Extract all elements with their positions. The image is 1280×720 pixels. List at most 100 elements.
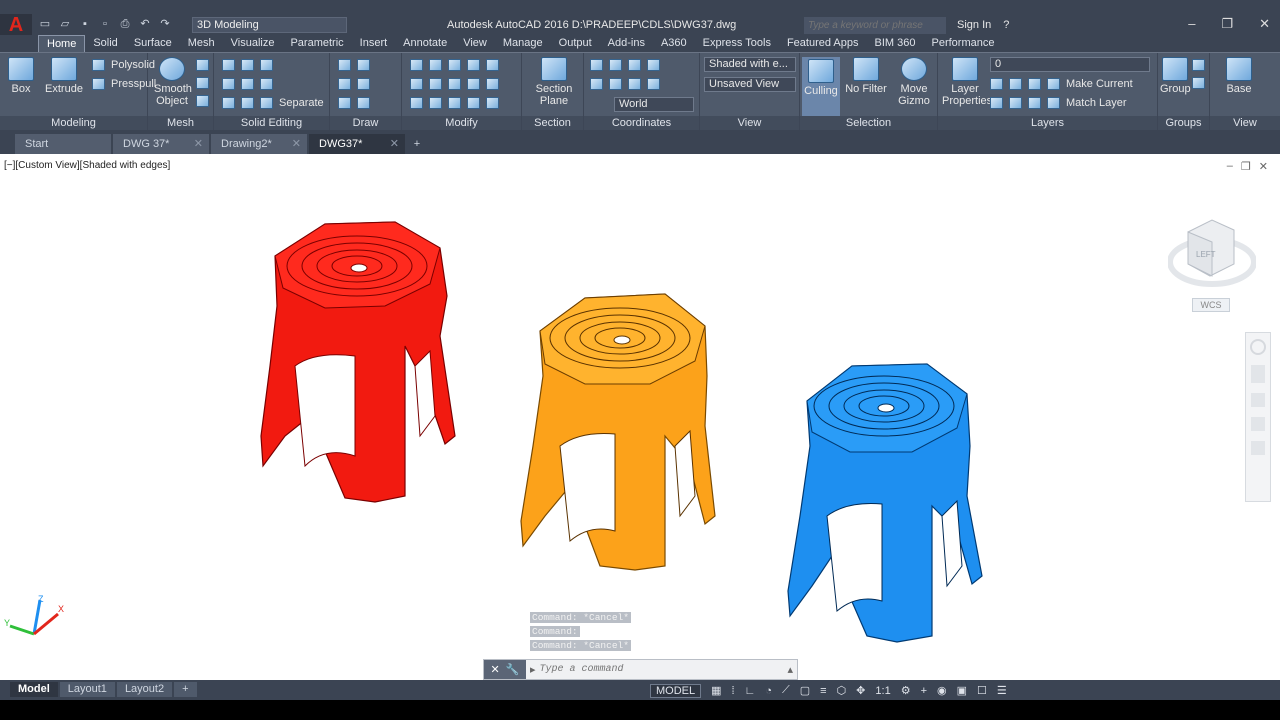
layer-tool-icon[interactable] <box>1009 97 1022 109</box>
section-plane-button[interactable]: Section Plane <box>532 57 576 107</box>
array-icon[interactable] <box>467 78 480 90</box>
ucs-dropdown[interactable]: World <box>614 97 694 112</box>
workspace-switch-icon[interactable]: ⚙ <box>901 684 911 697</box>
layer-properties-button[interactable]: Layer Properties <box>942 57 992 107</box>
panel-title-modeling[interactable]: Modeling <box>0 116 147 131</box>
separate-button[interactable]: Separate <box>279 97 324 109</box>
offset-edges-icon[interactable] <box>260 78 273 90</box>
add-layout-icon[interactable]: + <box>174 682 197 697</box>
panel-title-solid-editing[interactable]: Solid Editing <box>214 116 329 131</box>
mesh-tool-icon[interactable] <box>196 95 209 107</box>
layer-tool-icon[interactable] <box>990 97 1003 109</box>
thicken-icon[interactable] <box>241 97 254 109</box>
saved-view-dropdown[interactable]: Unsaved View <box>704 77 796 92</box>
ucs-origin-icon[interactable] <box>590 78 603 90</box>
ortho-icon[interactable]: ∟ <box>745 685 756 697</box>
ucs-icon[interactable] <box>590 59 603 71</box>
layer-dropdown[interactable]: 0 <box>990 57 1150 72</box>
file-tab-dwg37-b[interactable]: DWG37* ✕ <box>309 134 405 154</box>
clean-screen-icon[interactable]: ☐ <box>977 684 987 697</box>
restore-icon[interactable]: ❐ <box>1221 16 1233 32</box>
osnap-icon[interactable]: ▢ <box>800 684 810 697</box>
scale-icon[interactable] <box>429 78 442 90</box>
showmotion-icon[interactable] <box>1251 441 1265 455</box>
tab-performance[interactable]: Performance <box>923 35 1002 52</box>
undo-icon[interactable]: ↶ <box>138 18 152 30</box>
panel-title-layers[interactable]: Layers <box>938 116 1157 131</box>
print-icon[interactable]: ⎙ <box>118 18 132 30</box>
customize-status-icon[interactable]: ☰ <box>997 684 1007 697</box>
layer-tool-icon[interactable] <box>1009 78 1022 90</box>
layout-tab-model[interactable]: Model <box>10 682 58 697</box>
help-icon[interactable]: ? <box>1003 19 1009 31</box>
group-button[interactable]: Group <box>1160 57 1191 95</box>
layer-tool-icon[interactable] <box>1028 78 1041 90</box>
drawing-viewport[interactable]: [−][Custom View][Shaded with edges] – ❐ … <box>0 154 1280 680</box>
file-tab-start[interactable]: Start <box>15 134 111 154</box>
isolate-objects-icon[interactable]: ◉ <box>937 684 947 697</box>
tab-parametric[interactable]: Parametric <box>282 35 351 52</box>
zoom-icon[interactable] <box>1251 393 1265 407</box>
layer-tool-icon[interactable] <box>1028 97 1041 109</box>
visual-style-dropdown[interactable]: Shaded with e... <box>704 57 796 72</box>
autocad-logo[interactable]: A <box>0 14 32 36</box>
panel-title-coordinates[interactable]: Coordinates <box>584 116 699 131</box>
grid-icon[interactable]: ▦ <box>711 684 721 697</box>
tab-mesh[interactable]: Mesh <box>180 35 223 52</box>
line-icon[interactable] <box>338 59 351 71</box>
vp-restore-icon[interactable]: ❐ <box>1241 160 1251 173</box>
box-button[interactable]: Box <box>6 57 36 95</box>
new-tab-icon[interactable]: + <box>407 134 427 154</box>
tab-a360[interactable]: A360 <box>653 35 695 52</box>
viewcube[interactable]: LEFT <box>1168 212 1256 312</box>
vp-close-icon[interactable]: ✕ <box>1259 160 1268 173</box>
ungroup-icon[interactable] <box>1192 59 1205 71</box>
close-icon[interactable]: ✕ <box>1259 16 1270 32</box>
vp-minimize-icon[interactable]: – <box>1227 160 1233 173</box>
tab-featured-apps[interactable]: Featured Apps <box>779 35 867 52</box>
tab-express-tools[interactable]: Express Tools <box>695 35 779 52</box>
tab-visualize[interactable]: Visualize <box>223 35 283 52</box>
isodraft-icon[interactable]: ⟋ <box>782 684 790 697</box>
tab-annotate[interactable]: Annotate <box>395 35 455 52</box>
selection-cycling-icon[interactable]: ⬡ <box>837 684 847 697</box>
move-icon[interactable] <box>410 59 423 71</box>
customize-icon[interactable]: 🔧 <box>506 663 520 676</box>
smooth-object-button[interactable]: Smooth Object <box>154 57 192 107</box>
rotate-icon[interactable] <box>429 59 442 71</box>
mesh-tool-icon[interactable] <box>196 59 209 71</box>
snap-icon[interactable]: ⁞ <box>732 685 735 697</box>
stretch-icon[interactable] <box>410 97 423 109</box>
polyline-icon[interactable] <box>338 78 351 90</box>
close-tab-icon[interactable]: ✕ <box>194 134 203 154</box>
subtract-icon[interactable] <box>222 78 235 90</box>
base-button[interactable]: Base <box>1224 57 1254 95</box>
close-tab-icon[interactable]: ✕ <box>390 134 399 154</box>
orbit-icon[interactable] <box>1251 417 1265 431</box>
tab-addins[interactable]: Add-ins <box>600 35 653 52</box>
offset-icon[interactable] <box>429 97 442 109</box>
tab-home[interactable]: Home <box>38 35 86 52</box>
polysolid-button[interactable]: Polysolid <box>92 59 155 71</box>
ellipse-icon[interactable] <box>357 97 370 109</box>
match-layer-button[interactable]: Match Layer <box>990 97 1127 109</box>
erase-icon[interactable] <box>486 97 499 109</box>
file-tab-drawing2[interactable]: Drawing2* ✕ <box>211 134 307 154</box>
panel-title-mesh[interactable]: Mesh <box>148 116 213 131</box>
align-icon[interactable] <box>467 97 480 109</box>
file-tab-dwg37-a[interactable]: DWG 37* ✕ <box>113 134 209 154</box>
hardware-acceleration-icon[interactable]: ▣ <box>957 684 967 697</box>
presspull-button[interactable]: Presspull <box>92 78 156 90</box>
polygon-icon[interactable] <box>338 97 351 109</box>
annotation-monitor-icon[interactable]: + <box>921 685 927 697</box>
panel-title-view-base[interactable]: View <box>1210 116 1280 131</box>
ucs-view-icon[interactable] <box>609 78 622 90</box>
blue-stool[interactable] <box>782 356 992 646</box>
signin-link[interactable]: Sign In <box>957 19 991 31</box>
circle-icon[interactable] <box>357 78 370 90</box>
union-icon[interactable] <box>222 59 235 71</box>
panel-title-section[interactable]: Section <box>522 116 583 131</box>
pan-icon[interactable] <box>1251 365 1265 383</box>
copy-icon[interactable] <box>448 59 461 71</box>
make-current-button[interactable]: Make Current <box>990 78 1133 90</box>
